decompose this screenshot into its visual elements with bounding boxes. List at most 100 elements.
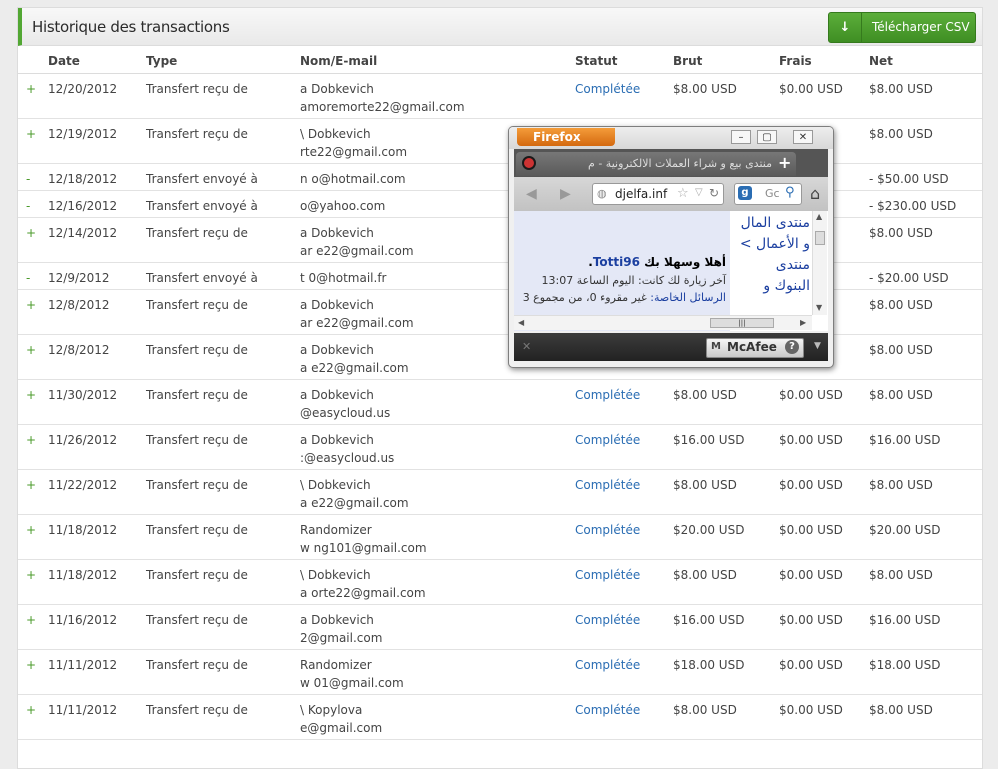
col-type[interactable]: Type: [146, 54, 177, 68]
history-dropdown-icon[interactable]: ▽: [695, 187, 703, 198]
horizontal-scrollbar[interactable]: ◀ ||| ▶: [514, 315, 812, 330]
row-frais: $0.00 USD: [779, 82, 843, 96]
row-email: a orte22@gmail.com: [300, 586, 426, 600]
google-icon[interactable]: g: [738, 186, 752, 200]
table-row[interactable]: +11/22/2012 Transfert reçu de \ Dobkevich C…: [18, 470, 982, 515]
row-sign: +: [26, 388, 37, 402]
col-frais[interactable]: Frais: [779, 54, 812, 68]
row-date: 11/18/2012: [48, 568, 118, 582]
row-type: Transfert envoyé à: [146, 271, 258, 285]
row-brut: $8.00 USD: [673, 568, 737, 582]
row-sign: -: [26, 172, 31, 186]
table-row[interactable]: +11/11/2012 Transfert reçu de Randomizer Co…: [18, 650, 982, 695]
horizontal-scroll-thumb[interactable]: |||: [710, 318, 774, 328]
row-name: a Dobkevich: [300, 343, 374, 357]
row-status[interactable]: Complétée: [575, 613, 640, 627]
scroll-up-icon[interactable]: ▲: [816, 212, 822, 221]
bookmark-star-icon[interactable]: ☆: [677, 186, 689, 201]
row-sign: +: [26, 82, 37, 96]
col-name-email[interactable]: Nom/E-mail: [300, 54, 377, 68]
table-row[interactable]: +11/26/2012 Transfert reçu de a Dobkevich C…: [18, 425, 982, 470]
table-row[interactable]: +12/8/2012 Transfert reçu de a Dobkevich $8…: [18, 335, 982, 380]
row-type: Transfert reçu de: [146, 298, 248, 312]
row-sign: +: [26, 433, 37, 447]
row-date: 12/19/2012: [48, 127, 118, 141]
row-status[interactable]: Complétée: [575, 658, 640, 672]
scroll-right-icon[interactable]: ▶: [800, 318, 806, 327]
minimize-button[interactable]: –: [731, 130, 751, 144]
row-brut: $18.00 USD: [673, 658, 745, 672]
table-row[interactable]: +11/16/2012 Transfert reçu de a Dobkevich C…: [18, 605, 982, 650]
row-status[interactable]: Complétée: [575, 433, 640, 447]
table-row[interactable]: - 12/16/2012 Transfert envoyé à o@yahoo.com…: [18, 191, 982, 218]
table-row[interactable]: +11/18/2012 Transfert reçu de Randomizer Co…: [18, 515, 982, 560]
close-addon-bar-icon[interactable]: ✕: [522, 340, 531, 353]
row-net: $16.00 USD: [869, 613, 941, 627]
row-frais: $0.00 USD: [779, 388, 843, 402]
private-messages-link[interactable]: الرسائل الخاصة:: [650, 291, 726, 304]
row-type: Transfert reçu de: [146, 523, 248, 537]
table-row[interactable]: +12/8/2012 Transfert reçu de a Dobkevich $8…: [18, 290, 982, 335]
row-date: 11/18/2012: [48, 523, 118, 537]
table-row[interactable]: +12/20/2012 Transfert reçu de a Dobkevich C…: [18, 74, 982, 119]
table-row[interactable]: +12/19/2012 Transfert reçu de \ Dobkevich $…: [18, 119, 982, 164]
row-net: - $20.00 USD: [869, 271, 949, 285]
download-icon: ↓: [829, 13, 862, 42]
row-date: 11/11/2012: [48, 703, 118, 717]
row-type: Transfert envoyé à: [146, 172, 258, 186]
row-net: $8.00 USD: [869, 298, 933, 312]
table-row[interactable]: - 12/18/2012 Transfert envoyé à n o@hotmail…: [18, 164, 982, 191]
row-name: a Dobkevich: [300, 433, 374, 447]
col-brut[interactable]: Brut: [673, 54, 702, 68]
row-status[interactable]: Complétée: [575, 82, 640, 96]
forward-arrow-icon[interactable]: ▶: [560, 186, 571, 202]
dropdown-arrow-icon[interactable]: ▼: [814, 341, 821, 351]
table-row[interactable]: - 12/9/2012 Transfert envoyé à t 0@hotmail.…: [18, 263, 982, 290]
row-frais: $0.00 USD: [779, 478, 843, 492]
row-status[interactable]: Complétée: [575, 388, 640, 402]
row-frais: $0.00 USD: [779, 433, 843, 447]
help-icon[interactable]: ?: [785, 340, 799, 354]
row-date: 12/8/2012: [48, 298, 110, 312]
firefox-menu-button[interactable]: Firefox: [517, 128, 615, 146]
vertical-scrollbar[interactable]: ▲ ▼: [812, 211, 827, 315]
page-title: Historique des transactions: [32, 18, 230, 36]
row-status[interactable]: Complétée: [575, 523, 640, 537]
scroll-thumb[interactable]: [815, 231, 825, 245]
reload-icon[interactable]: ↻: [709, 186, 719, 200]
row-net: $8.00 USD: [869, 568, 933, 582]
home-icon[interactable]: ⌂: [810, 184, 820, 203]
col-net[interactable]: Net: [869, 54, 893, 68]
row-type: Transfert reçu de: [146, 343, 248, 357]
row-status[interactable]: Complétée: [575, 568, 640, 582]
table-row[interactable]: +11/30/2012 Transfert reçu de a Dobkevich C…: [18, 380, 982, 425]
username-link[interactable]: Totti96: [593, 255, 640, 269]
url-bar[interactable]: ◍ djelfa.inf ☆ ▽ ↻: [592, 183, 724, 205]
forum-breadcrumb[interactable]: منتدى المال و الأعمال > منتدى البنوك و: [736, 213, 810, 297]
col-status[interactable]: Statut: [575, 54, 618, 68]
download-csv-button[interactable]: ↓ Télécharger CSV: [828, 12, 976, 43]
row-status[interactable]: Complétée: [575, 703, 640, 717]
col-date[interactable]: Date: [48, 54, 80, 68]
row-sign: +: [26, 343, 37, 357]
search-bar[interactable]: g Gc ⚲: [734, 183, 802, 205]
scroll-down-icon[interactable]: ▼: [816, 303, 822, 312]
search-icon[interactable]: ⚲: [785, 185, 795, 200]
tab-forum[interactable]: منتدى بيع و شراء العملات الالكترونية - م: [516, 152, 796, 176]
row-status[interactable]: Complétée: [575, 478, 640, 492]
back-arrow-icon[interactable]: ◀: [526, 186, 537, 202]
row-date: 11/30/2012: [48, 388, 118, 402]
close-button[interactable]: ✕: [793, 130, 813, 144]
row-sign: +: [26, 478, 37, 492]
row-email: a e22@gmail.com: [300, 361, 409, 375]
table-row[interactable]: +11/11/2012 Transfert reçu de \ Kopylova Co…: [18, 695, 982, 740]
scroll-left-icon[interactable]: ◀: [518, 318, 524, 327]
table-row[interactable]: +11/18/2012 Transfert reçu de \ Dobkevich C…: [18, 560, 982, 605]
new-tab-button[interactable]: +: [778, 153, 791, 172]
row-brut: $8.00 USD: [673, 82, 737, 96]
row-brut: $20.00 USD: [673, 523, 745, 537]
search-placeholder: Gc: [765, 187, 780, 200]
maximize-button[interactable]: ▢: [757, 130, 777, 144]
mcafee-button[interactable]: M McAfee ?: [706, 338, 804, 358]
table-row[interactable]: +12/14/2012 Transfert reçu de a Dobkevich $…: [18, 218, 982, 263]
